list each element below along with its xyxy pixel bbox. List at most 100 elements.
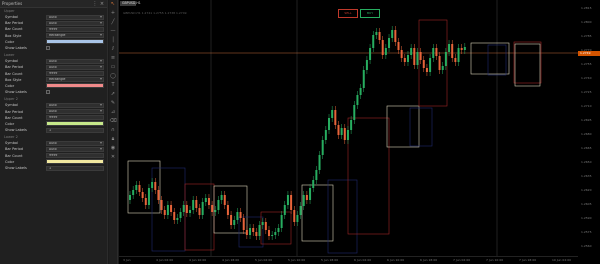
property-label: Box Style (5, 77, 22, 82)
chart-tab[interactable]: GBPUSD,H1 (120, 1, 141, 6)
chart-area[interactable]: GBPUSD,H1 GBPUSD,H1 1.2741 1.2755 1.2738… (119, 0, 600, 264)
fibonacci-icon[interactable]: ≡ (110, 55, 117, 62)
price-tick-label: 1.2755 (581, 62, 592, 66)
candle-body (160, 200, 163, 210)
candle-body (201, 202, 204, 215)
candle-body (226, 205, 229, 215)
property-dropdown[interactable]: Auto (46, 109, 104, 115)
color-swatch[interactable] (46, 159, 104, 165)
ellipse-icon[interactable]: ◯ (110, 73, 117, 80)
cursor-icon[interactable]: ↖ (110, 1, 117, 8)
property-dropdown[interactable]: Auto (46, 102, 104, 108)
price-axis[interactable]: 1.2815 1.2800 1.2785 1.2770 1.2755 1.2740 1.27… (578, 0, 600, 256)
property-dropdown[interactable]: Auto (46, 58, 104, 64)
magnet-icon[interactable]: ∩ (110, 127, 117, 134)
color-swatch[interactable] (46, 121, 104, 127)
eye-icon[interactable]: ◉ (110, 145, 117, 152)
range-box (347, 117, 390, 235)
candle-body (328, 118, 331, 130)
property-dropdown[interactable]: Auto (46, 20, 104, 26)
property-input[interactable]: 9999 (46, 115, 104, 121)
lock-icon[interactable]: 🔒︎ (110, 136, 117, 143)
range-box (386, 105, 420, 148)
channel-icon[interactable]: ⫽ (110, 46, 117, 53)
property-label: Show Labels (5, 128, 27, 133)
candle-body (343, 128, 346, 140)
price-tick-label: 1.2635 (581, 174, 592, 178)
property-label: Show Labels (5, 166, 27, 171)
candle-body (340, 128, 343, 135)
chart-ohlc-info: GBPUSD,H1 1.2741 1.2755 1.2738 1.2749 (123, 11, 187, 15)
price-tick-label: 1.2800 (581, 20, 592, 24)
candle-body (236, 212, 239, 220)
checkbox[interactable] (46, 46, 50, 51)
property-dropdown[interactable]: Auto (46, 140, 104, 146)
buy-button[interactable]: BUY (360, 9, 380, 18)
line-icon[interactable]: ╱ (110, 19, 117, 26)
property-input[interactable]: 9999 (46, 26, 104, 32)
candle-body (198, 208, 201, 215)
price-tick-label: 1.2590 (581, 216, 592, 220)
property-input[interactable]: 9999 (46, 71, 104, 77)
candle-body (384, 48, 387, 55)
time-tick-label: 3 Jun (123, 258, 131, 262)
properties-section: UpperSymbolAutoBar PeriodAutoBar Count99… (0, 8, 107, 52)
candle-body (388, 38, 391, 48)
candle-body (166, 205, 169, 215)
color-swatch[interactable] (46, 83, 104, 89)
time-tick-label: 6 Jun 02:00 (354, 258, 372, 262)
checkbox[interactable] (46, 90, 50, 95)
candle-body (280, 215, 283, 228)
candle-body (267, 230, 270, 236)
price-tick-label: 1.2785 (581, 34, 592, 38)
candle-body (350, 120, 353, 130)
property-input[interactable]: 1 (46, 127, 104, 133)
rectangle-icon[interactable]: ▭ (110, 64, 117, 71)
color-swatch[interactable] (46, 39, 104, 45)
price-tick-label: 1.2665 (581, 146, 592, 150)
candle-body (419, 52, 422, 60)
text-icon[interactable]: T (110, 82, 117, 89)
candle-body (195, 200, 198, 208)
price-tick-label: 1.2740 (581, 76, 592, 80)
candle-body (441, 66, 444, 70)
sell-button[interactable]: SELL (338, 9, 358, 18)
one-click-trading: SELL BUY (338, 9, 380, 18)
property-dropdown[interactable]: Auto (46, 146, 104, 152)
property-dropdown[interactable]: Auto (46, 14, 104, 20)
close-icon[interactable]: × (99, 1, 105, 7)
candle-body (220, 195, 223, 200)
candlestick-chart[interactable] (119, 0, 578, 256)
pencil-icon[interactable]: ✎ (110, 100, 117, 107)
current-price-label: 1.2749 (578, 51, 600, 56)
candle-body (312, 180, 315, 188)
candle-body (261, 222, 264, 225)
candle-body (283, 205, 286, 215)
candle-body (372, 35, 375, 48)
candle-body (138, 185, 141, 192)
arrow-icon[interactable]: ➚ (110, 91, 117, 98)
trash-icon[interactable]: ✕ (110, 154, 117, 161)
candle-body (207, 198, 210, 205)
candle-body (293, 210, 296, 222)
eraser-icon[interactable]: ⌫ (110, 118, 117, 125)
price-tick-label: 1.2605 (581, 202, 592, 206)
candle-body (353, 105, 356, 120)
vertical-line-icon[interactable]: │ (110, 37, 117, 44)
time-tick-label: 10 Jun 02:00 (552, 258, 572, 262)
candle-body (271, 235, 274, 236)
crosshair-icon[interactable]: + (110, 10, 117, 17)
property-input[interactable]: 1 (46, 165, 104, 171)
property-dropdown[interactable]: Rectangle (46, 77, 104, 83)
horizontal-line-icon[interactable]: — (110, 28, 117, 35)
candle-body (422, 60, 425, 68)
candle-body (141, 192, 144, 198)
candle-body (337, 125, 340, 135)
time-axis[interactable]: 3 Jun 4 Jun 02:00 4 Jun 10:00 4 Jun 18:00 5 … (119, 256, 578, 264)
time-tick-label: 5 Jun 10:00 (288, 258, 306, 262)
property-dropdown[interactable]: Rectangle (46, 33, 104, 39)
property-dropdown[interactable]: Auto (46, 64, 104, 70)
measure-icon[interactable]: ⊿ (110, 109, 117, 116)
property-input[interactable]: 9999 (46, 153, 104, 159)
menu-icon[interactable]: ⋮ (92, 1, 98, 7)
